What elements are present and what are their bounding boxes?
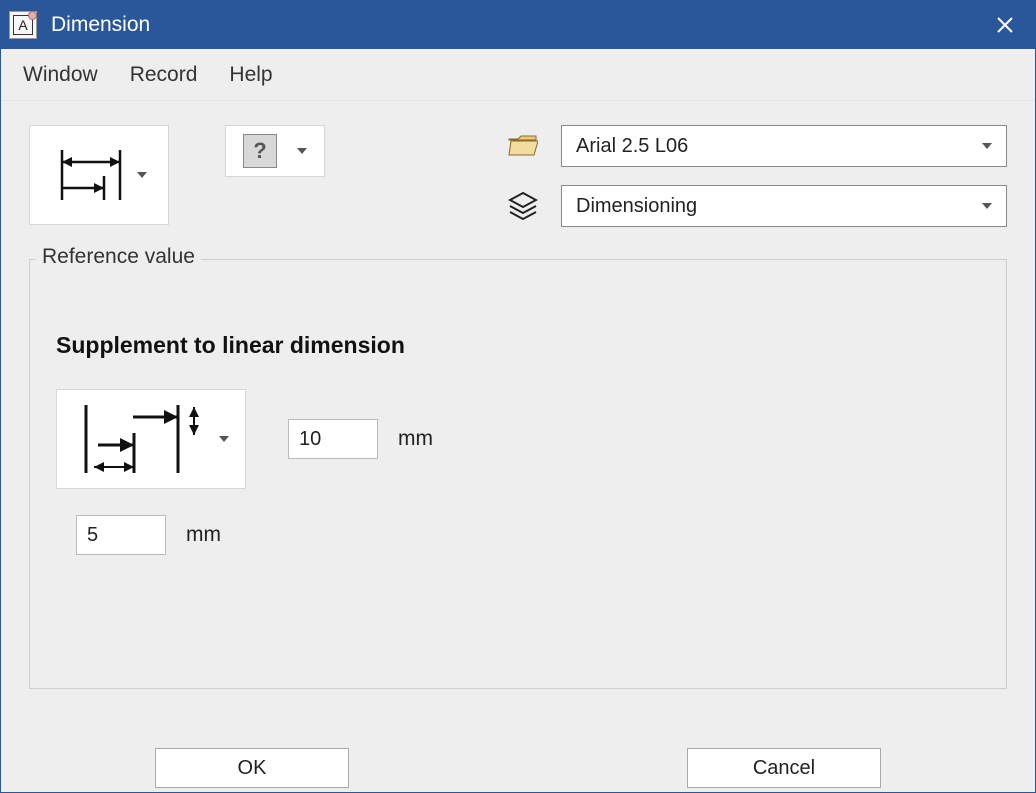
linear-dimension-icon (51, 140, 131, 210)
offset-1-unit: mm (398, 427, 433, 451)
content-area: ? Arial 2.5 L06 (1, 101, 1035, 792)
dimension-type-dropdown[interactable] (56, 389, 246, 489)
chevron-down-icon (982, 143, 992, 149)
font-style-combobox[interactable]: Arial 2.5 L06 (561, 125, 1007, 167)
ok-button[interactable]: OK (155, 748, 349, 788)
layer-value: Dimensioning (576, 195, 697, 218)
dimension-mode-dropdown[interactable] (29, 125, 169, 225)
window-title: Dimension (51, 13, 150, 37)
question-icon: ? (243, 134, 277, 168)
menu-record[interactable]: Record (130, 63, 198, 87)
toolbar-row: ? Arial 2.5 L06 (29, 125, 1007, 227)
close-button[interactable] (983, 1, 1027, 49)
offset-2-input[interactable] (76, 515, 166, 555)
dialog-buttons: OK Cancel (1, 748, 1035, 788)
offset-1-input[interactable] (288, 419, 378, 459)
fieldset-legend: Reference value (36, 245, 201, 269)
title-bar: A Dimension (1, 1, 1035, 49)
baseline-dimension-icon (73, 399, 213, 479)
section-heading: Supplement to linear dimension (56, 332, 980, 359)
menu-bar: Window Record Help (1, 49, 1035, 101)
folder-icon (507, 135, 539, 157)
layers-icon (507, 191, 539, 221)
menu-window[interactable]: Window (23, 63, 98, 87)
reference-value-fieldset: Reference value Supplement to linear dim… (29, 259, 1007, 689)
chevron-down-icon (982, 203, 992, 209)
offset-2-unit: mm (186, 523, 221, 547)
chevron-down-icon (137, 172, 147, 178)
chevron-down-icon (297, 148, 307, 154)
font-style-value: Arial 2.5 L06 (576, 135, 688, 158)
cancel-button[interactable]: Cancel (687, 748, 881, 788)
app-icon: A (9, 11, 37, 39)
chevron-down-icon (219, 436, 229, 442)
layer-combobox[interactable]: Dimensioning (561, 185, 1007, 227)
close-icon (996, 16, 1014, 34)
help-dropdown[interactable]: ? (225, 125, 325, 177)
menu-help[interactable]: Help (229, 63, 272, 87)
